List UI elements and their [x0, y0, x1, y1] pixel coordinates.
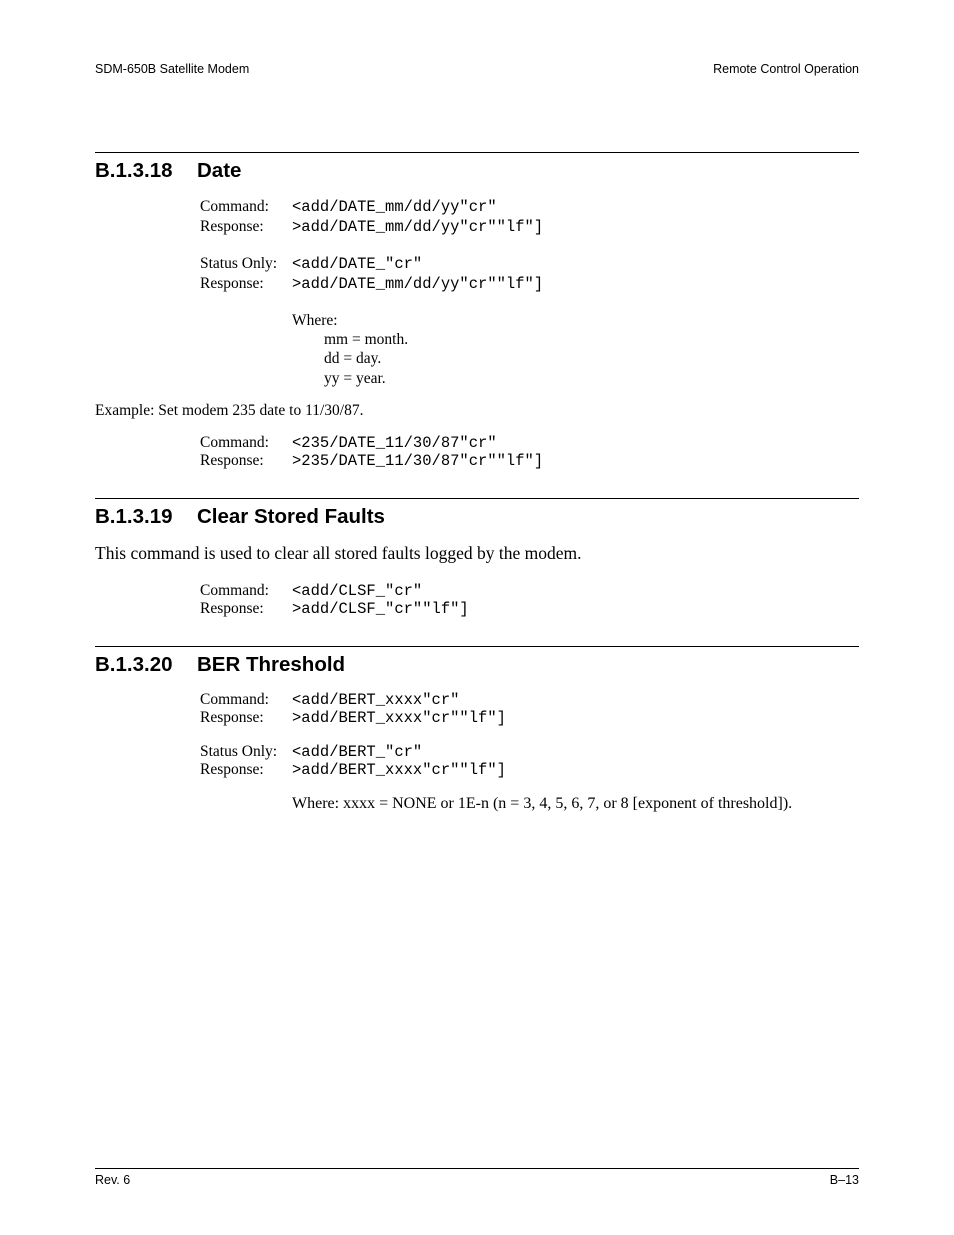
code-ex-response: >235/DATE_11/30/87"cr""lf"] — [292, 452, 543, 470]
bert-where: Where: xxxx = NONE or 1E-n (n = 3, 4, 5,… — [292, 795, 792, 813]
label-response: Response: — [200, 600, 292, 618]
heading-title: BER Threshold — [197, 653, 345, 677]
row-status-response: Response: >add/BERT_xxxx"cr""lf"] — [200, 761, 859, 779]
heading-date: B.1.3.18 Date — [95, 159, 859, 183]
bert-body: Command: <add/BERT_xxxx"cr" Response: >a… — [200, 691, 859, 813]
heading-number: B.1.3.19 — [95, 505, 197, 529]
code-command: <add/BERT_xxxx"cr" — [292, 691, 459, 709]
date-example-body: Command: <235/DATE_11/30/87"cr" Response… — [200, 434, 859, 470]
where-dd: dd = day. — [200, 349, 859, 368]
heading-title: Clear Stored Faults — [197, 505, 385, 529]
row-response: Response: >add/DATE_mm/dd/yy"cr""lf"] — [200, 217, 859, 237]
code-status-cmd: <add/DATE_"cr" — [292, 255, 422, 274]
row-status-only: Status Only: <add/DATE_"cr" — [200, 254, 859, 274]
where-label: Where: — [292, 311, 338, 330]
label-command: Command: — [200, 691, 292, 709]
page-footer: Rev. 6 B–13 — [95, 1168, 859, 1187]
code-command: <add/CLSF_"cr" — [292, 582, 422, 600]
example-line: Example: Set modem 235 date to 11/30/87. — [95, 402, 859, 420]
label-response: Response: — [200, 274, 292, 293]
footer-left: Rev. 6 — [95, 1173, 130, 1187]
page: SDM-650B Satellite Modem Remote Control … — [0, 0, 954, 1235]
clsf-body: Command: <add/CLSF_"cr" Response: >add/C… — [200, 582, 859, 618]
row-response: Response: >add/CLSF_"cr""lf"] — [200, 600, 859, 618]
heading-title: Date — [197, 159, 241, 183]
section-clsf: B.1.3.19 Clear Stored Faults This comman… — [95, 498, 859, 618]
code-status-resp: >add/DATE_mm/dd/yy"cr""lf"] — [292, 275, 543, 294]
row-response: Response: >add/BERT_xxxx"cr""lf"] — [200, 709, 859, 727]
where-def-mm: mm = month. — [292, 330, 408, 349]
label-status-only: Status Only: — [200, 254, 292, 273]
code-response: >add/DATE_mm/dd/yy"cr""lf"] — [292, 218, 543, 237]
heading-bert: B.1.3.20 BER Threshold — [95, 653, 859, 677]
heading-clsf: B.1.3.19 Clear Stored Faults — [95, 505, 859, 529]
code-status-resp: >add/BERT_xxxx"cr""lf"] — [292, 761, 506, 779]
code-ex-command: <235/DATE_11/30/87"cr" — [292, 434, 497, 452]
section-date: B.1.3.18 Date Command: <add/DATE_mm/dd/y… — [95, 152, 859, 470]
header-right: Remote Control Operation — [713, 62, 859, 76]
where-mm: mm = month. — [200, 330, 859, 349]
heading-number: B.1.3.18 — [95, 159, 197, 183]
label-response: Response: — [200, 761, 292, 779]
footer-rule — [95, 1168, 859, 1169]
label-response: Response: — [200, 709, 292, 727]
code-response: >add/CLSF_"cr""lf"] — [292, 600, 469, 618]
label-command: Command: — [200, 197, 292, 216]
row-status-only: Status Only: <add/BERT_"cr" — [200, 743, 859, 761]
code-command: <add/DATE_mm/dd/yy"cr" — [292, 198, 497, 217]
where-def-dd: dd = day. — [292, 349, 381, 368]
label-status-only: Status Only: — [200, 743, 292, 761]
row-status-response: Response: >add/DATE_mm/dd/yy"cr""lf"] — [200, 274, 859, 294]
running-header: SDM-650B Satellite Modem Remote Control … — [95, 62, 859, 76]
label-command: Command: — [200, 582, 292, 600]
label-command: Command: — [200, 434, 292, 452]
where-yy: yy = year. — [200, 369, 859, 388]
row-ex-command: Command: <235/DATE_11/30/87"cr" — [200, 434, 859, 452]
heading-number: B.1.3.20 — [95, 653, 197, 677]
code-response: >add/BERT_xxxx"cr""lf"] — [292, 709, 506, 727]
row-ex-response: Response: >235/DATE_11/30/87"cr""lf"] — [200, 452, 859, 470]
header-left: SDM-650B Satellite Modem — [95, 62, 249, 76]
date-body: Command: <add/DATE_mm/dd/yy"cr" Response… — [200, 197, 859, 388]
clsf-intro: This command is used to clear all stored… — [95, 543, 859, 564]
where-line: Where: — [200, 311, 859, 330]
label-response: Response: — [200, 217, 292, 236]
row-command: Command: <add/BERT_xxxx"cr" — [200, 691, 859, 709]
row-command: Command: <add/DATE_mm/dd/yy"cr" — [200, 197, 859, 217]
row-where: Where: xxxx = NONE or 1E-n (n = 3, 4, 5,… — [200, 795, 859, 813]
footer-right: B–13 — [830, 1173, 859, 1187]
where-block: Where: mm = month. dd = day. yy = year. — [200, 311, 859, 389]
section-bert: B.1.3.20 BER Threshold Command: <add/BER… — [95, 646, 859, 813]
row-command: Command: <add/CLSF_"cr" — [200, 582, 859, 600]
label-response: Response: — [200, 452, 292, 470]
where-def-yy: yy = year. — [292, 369, 386, 388]
code-status-cmd: <add/BERT_"cr" — [292, 743, 422, 761]
